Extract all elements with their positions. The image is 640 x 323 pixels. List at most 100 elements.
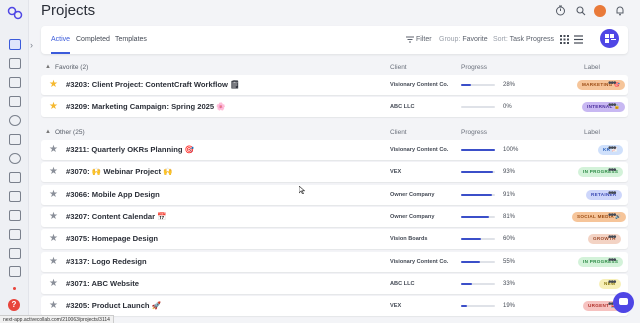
column-progress: Progress (461, 129, 488, 136)
more-options-icon[interactable]: ••• (608, 188, 616, 199)
apps-icon[interactable] (9, 39, 21, 50)
project-name[interactable]: #3205: Product Launch 🚀 (66, 301, 161, 310)
label-badge[interactable]: SOCIAL MEDIA 🔊 (572, 212, 627, 222)
label-badge[interactable]: IN PROGRESS (578, 257, 624, 267)
progress-fill (461, 194, 492, 196)
column-label: Label (584, 64, 600, 71)
progress-bar (461, 283, 495, 285)
table-row[interactable]: ★ #3207: Content Calendar 📅 Owner Company 8… (41, 207, 628, 227)
collapse-caret-icon[interactable]: ▲ (45, 129, 51, 135)
calendar-icon[interactable] (9, 96, 21, 107)
table-row[interactable]: ★ #3211: Quarterly OKRs Planning 🎯 Visiona… (41, 140, 628, 160)
star-icon[interactable]: ★ (49, 144, 58, 156)
search-icon[interactable] (574, 4, 587, 17)
progress-fill (461, 283, 473, 285)
progress-percent: 28% (503, 82, 516, 88)
group-button[interactable]: Group: Favorite (439, 26, 488, 54)
table-row[interactable]: ★ #3209: Marketing Campaign: Spring 2025 … (41, 97, 628, 117)
add-project-button[interactable] (600, 29, 619, 48)
tab-completed[interactable]: Completed (76, 26, 110, 54)
briefcase-icon[interactable] (9, 77, 21, 88)
timesheet-icon[interactable] (9, 210, 21, 221)
table-row[interactable]: ★ #3205: Product Launch 🚀 VEX 19% URGENT 🚨 ••… (41, 296, 628, 316)
project-name[interactable]: #3137: Logo Redesign (66, 257, 147, 266)
project-name[interactable]: #3066: Mobile App Design (66, 190, 160, 199)
star-icon[interactable]: ★ (49, 233, 58, 245)
collapse-caret-icon[interactable]: ▲ (45, 64, 51, 70)
more-apps-icon[interactable] (9, 266, 21, 277)
more-options-icon[interactable]: ••• (608, 165, 616, 176)
project-name[interactable]: #3075: Homepage Design (66, 234, 158, 243)
table-row[interactable]: ★ #3075: Homepage Design Vision Boards 60% G… (41, 229, 628, 249)
column-client: Client (390, 129, 407, 136)
table-row[interactable]: ★ #3137: Logo Redesign Visionary Content C… (41, 252, 628, 272)
more-options-icon[interactable]: ••• (608, 255, 616, 266)
more-options-icon[interactable]: ••• (608, 277, 616, 288)
progress-percent: 55% (503, 259, 516, 265)
progress-bar (461, 216, 495, 218)
layers-icon[interactable] (9, 172, 21, 183)
star-icon[interactable]: ★ (49, 79, 58, 91)
chevron-right-icon[interactable]: › (30, 40, 33, 50)
grid-view-icon[interactable] (560, 35, 569, 44)
more-options-icon[interactable]: ••• (608, 78, 616, 89)
table-row[interactable]: ★ #3066: Mobile App Design Owner Company 91… (41, 185, 628, 205)
stopwatch-icon[interactable] (554, 4, 567, 17)
star-icon[interactable]: ★ (49, 300, 58, 312)
avatar[interactable] (594, 4, 606, 17)
project-name[interactable]: #3211: Quarterly OKRs Planning 🎯 (66, 145, 194, 154)
filter-icon (406, 36, 414, 43)
progress-bar (461, 238, 495, 240)
filter-button[interactable]: Filter (406, 26, 432, 54)
more-options-icon[interactable]: ••• (608, 100, 616, 111)
bell-icon[interactable] (613, 4, 626, 17)
project-name[interactable]: #3207: Content Calendar 📅 (66, 212, 167, 221)
group-header-other[interactable]: ▲ Other (25) Client Progress Label (41, 127, 628, 139)
label-badge[interactable]: RETAINER (586, 190, 622, 200)
progress-percent: 60% (503, 236, 516, 242)
project-name[interactable]: #3203: Client Project: ContentCraft Work… (66, 80, 240, 89)
people-icon[interactable] (9, 115, 21, 126)
more-options-icon[interactable]: ••• (608, 143, 616, 154)
table-row[interactable]: ★ #3070: 🙌 Webinar Project 🙌 VEX 93% IN PROG… (41, 162, 628, 182)
clipboard-icon[interactable] (9, 191, 21, 202)
progress-percent: 0% (503, 104, 512, 110)
activecollab-logo[interactable] (7, 6, 23, 20)
star-icon[interactable]: ★ (49, 211, 58, 223)
progress-fill (461, 238, 482, 240)
tab-active[interactable]: Active (51, 26, 71, 54)
label-badge[interactable]: MARKETING 🎯 (577, 80, 626, 90)
tab-templates[interactable]: Templates (115, 26, 147, 54)
sort-button[interactable]: Sort: Task Progress (493, 26, 554, 54)
list-view-icon[interactable] (574, 35, 583, 44)
group-header-favorite[interactable]: ▲ Favorite (2) Client Progress Label (41, 62, 628, 74)
book-icon[interactable] (9, 134, 21, 145)
progress-fill (461, 261, 480, 263)
project-name[interactable]: #3209: Marketing Campaign: Spring 2025 🌸 (66, 102, 226, 111)
page-title: Projects (41, 2, 96, 19)
profile-icon[interactable] (9, 58, 21, 69)
table-row[interactable]: ★ #3071: ABC Website ABC LLC 33% NEW ••• (41, 274, 628, 294)
progress-bar (461, 171, 495, 173)
client-name: Owner Company (390, 192, 435, 198)
label-badge[interactable]: IN PROGRESS (578, 167, 624, 177)
target-icon[interactable] (9, 153, 21, 164)
status-url: next-app.activecollab.com/210063/project… (0, 315, 114, 323)
more-options-icon[interactable]: ••• (608, 232, 616, 243)
invoice-icon[interactable] (9, 229, 21, 240)
star-icon[interactable]: ★ (49, 101, 58, 113)
help-icon[interactable]: ? (8, 299, 20, 311)
project-name[interactable]: #3071: ABC Website (66, 279, 139, 288)
label-badge[interactable]: INTERNAL 🔒 (582, 102, 626, 112)
chat-button[interactable] (613, 292, 634, 313)
trash-icon[interactable] (9, 248, 21, 259)
star-icon[interactable]: ★ (49, 278, 58, 290)
star-icon[interactable]: ★ (49, 166, 58, 178)
progress-bar (461, 106, 495, 108)
star-icon[interactable]: ★ (49, 256, 58, 268)
progress-fill (461, 149, 495, 151)
table-row[interactable]: ★ #3203: Client Project: ContentCraft Wor… (41, 75, 628, 95)
star-icon[interactable]: ★ (49, 189, 58, 201)
more-options-icon[interactable]: ••• (608, 210, 616, 221)
project-name[interactable]: #3070: 🙌 Webinar Project 🙌 (66, 167, 173, 176)
